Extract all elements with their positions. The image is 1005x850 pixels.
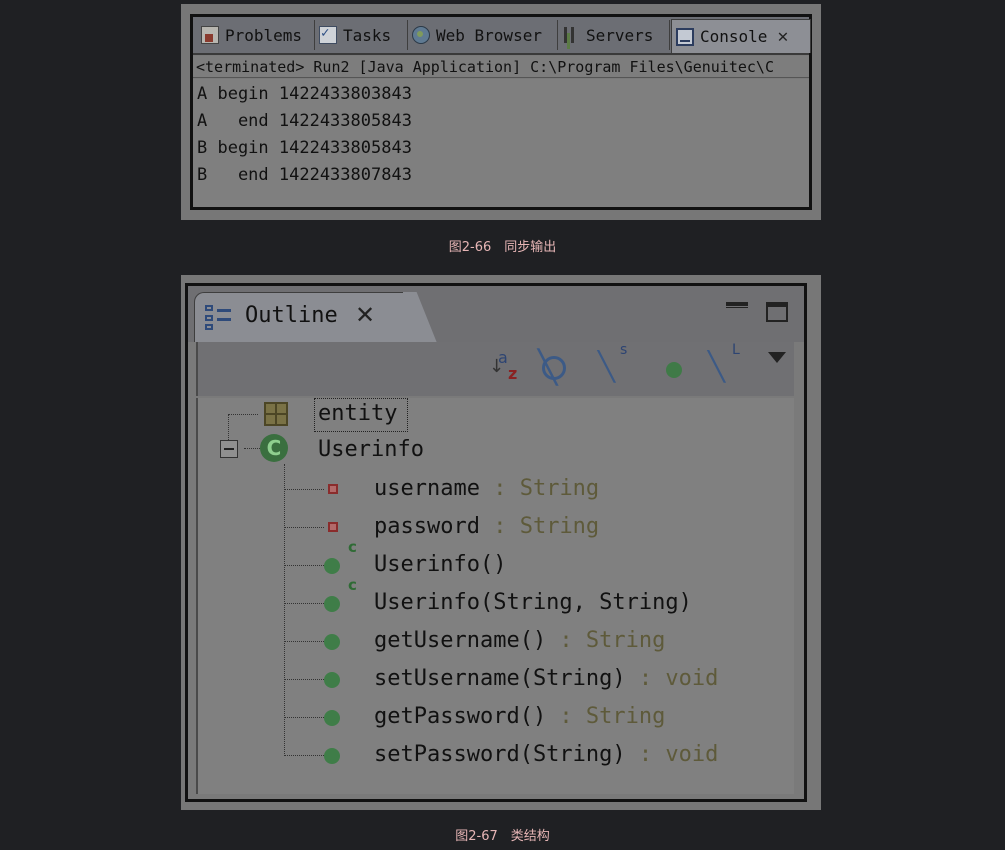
field-icon	[328, 522, 338, 532]
outline-tree: entity C Userinfo username : String pass…	[196, 398, 794, 794]
console-line: A begin 1422433803843	[197, 84, 412, 104]
member-name: getPassword()	[374, 704, 547, 729]
tab-console[interactable]: Console ✕	[671, 19, 811, 53]
tab-label: Servers	[586, 25, 654, 45]
tasks-icon	[319, 25, 337, 44]
package-icon	[264, 402, 288, 426]
member-name: Userinfo(String, String)	[374, 590, 692, 615]
close-icon[interactable]: ✕	[355, 301, 375, 329]
maximize-button[interactable]	[766, 302, 788, 322]
tab-servers[interactable]: Servers	[558, 20, 670, 50]
tab-label: Tasks	[343, 25, 392, 45]
tab-outline[interactable]: Outline ✕	[194, 292, 406, 342]
class-label: Userinfo	[318, 437, 424, 462]
hide-local-types-icon[interactable]: ╲ L	[708, 342, 742, 386]
member-type: : void	[625, 666, 719, 691]
constructor-marker: c	[348, 538, 357, 556]
constructor-marker: c	[348, 576, 357, 594]
constructor-icon	[324, 558, 340, 574]
member-name: password	[374, 514, 480, 539]
member-type: : void	[625, 742, 719, 767]
outline-tab-strip: Outline ✕	[188, 286, 804, 342]
member-type: : String	[479, 476, 600, 501]
problems-icon	[201, 26, 219, 44]
member-name: Userinfo()	[374, 552, 507, 577]
outline-title: Outline	[245, 303, 338, 328]
sort-icon[interactable]: ↓ a z	[488, 348, 522, 386]
package-label: entity	[318, 401, 398, 426]
console-line: A end 1422433805843	[197, 111, 412, 131]
member-name: setUsername(String)	[374, 666, 626, 691]
member-name: getUsername()	[374, 628, 547, 653]
tab-label: Problems	[225, 25, 303, 45]
member-name: setPassword(String)	[374, 742, 626, 767]
outline-icon	[205, 305, 233, 331]
minimize-button[interactable]	[726, 302, 748, 308]
hide-non-public-icon[interactable]	[658, 352, 692, 386]
outline-toolbar: ↓ a z ╲ ╲ s ╲ L	[196, 342, 794, 396]
console-line: B end 1422433807843	[197, 165, 412, 185]
outline-view: Outline ✕ ↓ a z ╲ ╲ s ╲ L entity C Useri…	[185, 283, 807, 802]
tab-label: Console	[700, 27, 768, 46]
collapse-icon[interactable]	[220, 440, 238, 458]
tab-tasks[interactable]: Tasks	[315, 20, 408, 50]
tab-label: Web Browser	[436, 25, 542, 45]
method-icon	[324, 748, 340, 764]
figure-caption: 图2-66 同步输出	[448, 240, 557, 255]
view-tab-bar: Problems Tasks Web Browser Servers Conso…	[193, 17, 811, 55]
console-status: <terminated> Run2 [Java Application] C:\…	[193, 56, 809, 78]
hide-fields-icon[interactable]: ╲	[538, 348, 572, 386]
method-icon	[324, 634, 340, 650]
member-type: : String	[546, 628, 666, 653]
tab-web-browser[interactable]: Web Browser	[408, 20, 558, 50]
method-icon	[324, 672, 340, 688]
member-type: : String	[479, 514, 600, 539]
console-line: B begin 1422433805843	[197, 138, 412, 158]
outline-figure: Outline ✕ ↓ a z ╲ ╲ s ╲ L entity C Useri…	[181, 275, 821, 810]
figure-caption: 图2-67 类结构	[455, 829, 550, 844]
console-output[interactable]: A begin 1422433803843 A end 142243380584…	[193, 79, 809, 207]
field-icon	[328, 484, 338, 494]
console-icon	[676, 27, 694, 46]
tab-problems[interactable]: Problems	[197, 20, 315, 50]
view-menu-icon[interactable]	[766, 350, 788, 364]
web-browser-icon	[412, 26, 430, 44]
hide-static-icon[interactable]: ╲ s	[598, 342, 632, 386]
method-icon	[324, 710, 340, 726]
member-type: : String	[546, 704, 666, 729]
class-icon: C	[260, 434, 288, 462]
servers-icon	[562, 26, 580, 44]
console-view: Problems Tasks Web Browser Servers Conso…	[190, 14, 812, 210]
console-figure: Problems Tasks Web Browser Servers Conso…	[181, 4, 821, 220]
close-icon[interactable]: ✕	[777, 26, 788, 47]
member-name: username	[374, 476, 480, 501]
constructor-icon	[324, 596, 340, 612]
